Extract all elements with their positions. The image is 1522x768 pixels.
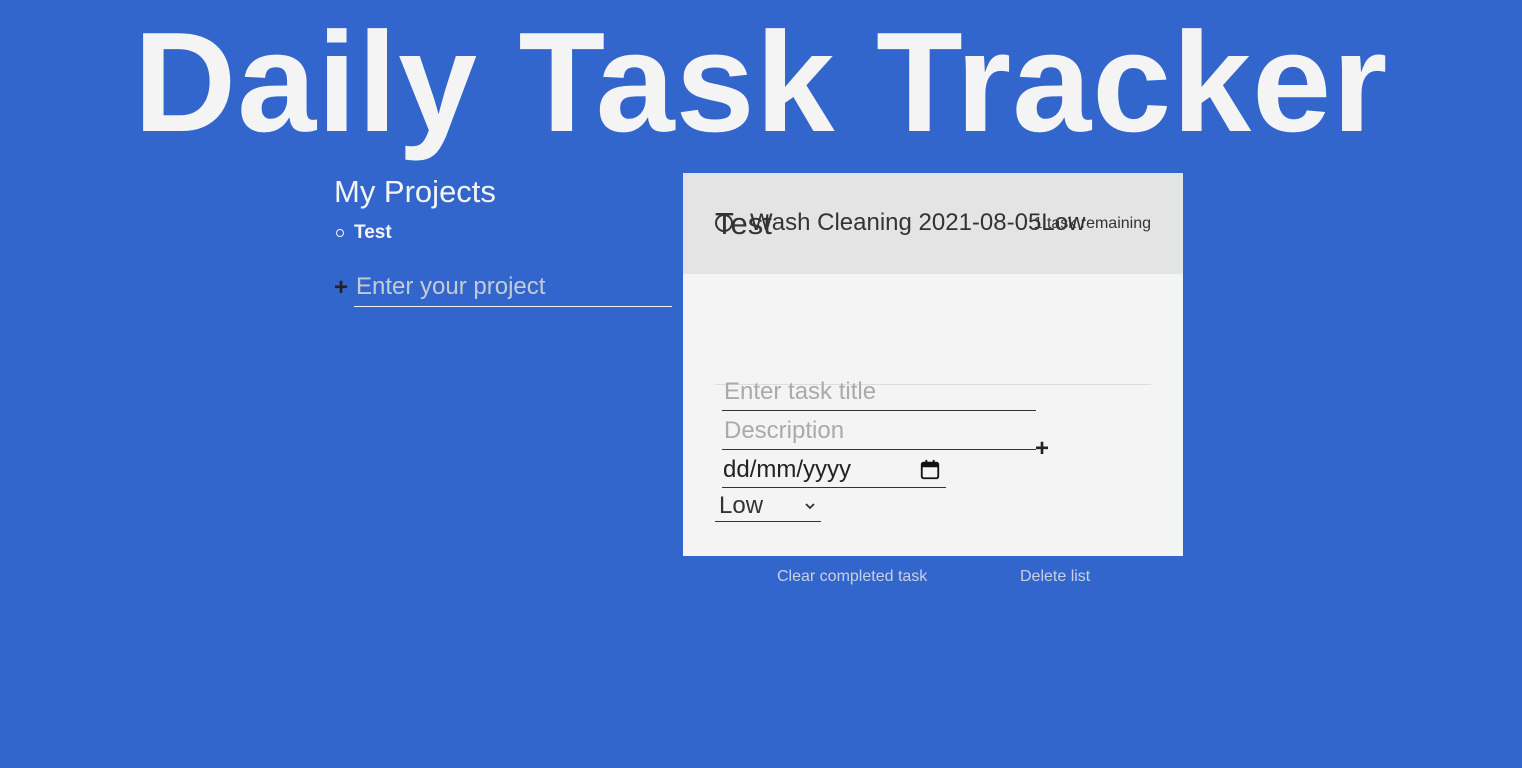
new-project-form: + <box>334 268 673 307</box>
task-checkbox-icon[interactable] <box>715 214 733 232</box>
bullet-icon <box>336 229 344 237</box>
app-title: Daily Task Tracker <box>133 3 1389 162</box>
task-description-input[interactable] <box>722 413 1036 450</box>
add-project-button[interactable]: + <box>334 275 348 300</box>
project-item-test[interactable]: Test <box>334 220 668 246</box>
project-list: Test <box>334 220 668 246</box>
priority-select[interactable]: Low <box>715 490 821 522</box>
task-label: Wash Cleaning 2021-08-05Low <box>750 209 1086 236</box>
chevron-down-icon <box>805 502 815 509</box>
add-task-button[interactable]: + <box>1035 437 1049 461</box>
todo-list-panel: Test 1 task remaining Wash Cleaning 2021… <box>683 173 1183 556</box>
list-actions: Clear completed task Delete list <box>683 568 1183 590</box>
task-title-input[interactable] <box>722 374 1036 411</box>
priority-value: Low <box>719 491 764 519</box>
calendar-icon[interactable] <box>919 459 941 481</box>
delete-list-button[interactable]: Delete list <box>1020 568 1090 586</box>
date-placeholder: dd/mm/yyyy <box>723 455 852 483</box>
task-item[interactable]: Wash Cleaning 2021-08-05Low <box>715 209 1085 237</box>
new-project-input[interactable] <box>354 268 673 307</box>
clear-completed-button[interactable]: Clear completed task <box>777 568 927 586</box>
task-date-input[interactable]: dd/mm/yyyy <box>722 452 946 488</box>
projects-title: My Projects <box>334 174 496 209</box>
new-task-form: dd/mm/yyyy Low + <box>683 274 1183 556</box>
projects-sidebar: My Projects Test + <box>334 172 673 307</box>
project-item-label: Test <box>354 222 392 243</box>
